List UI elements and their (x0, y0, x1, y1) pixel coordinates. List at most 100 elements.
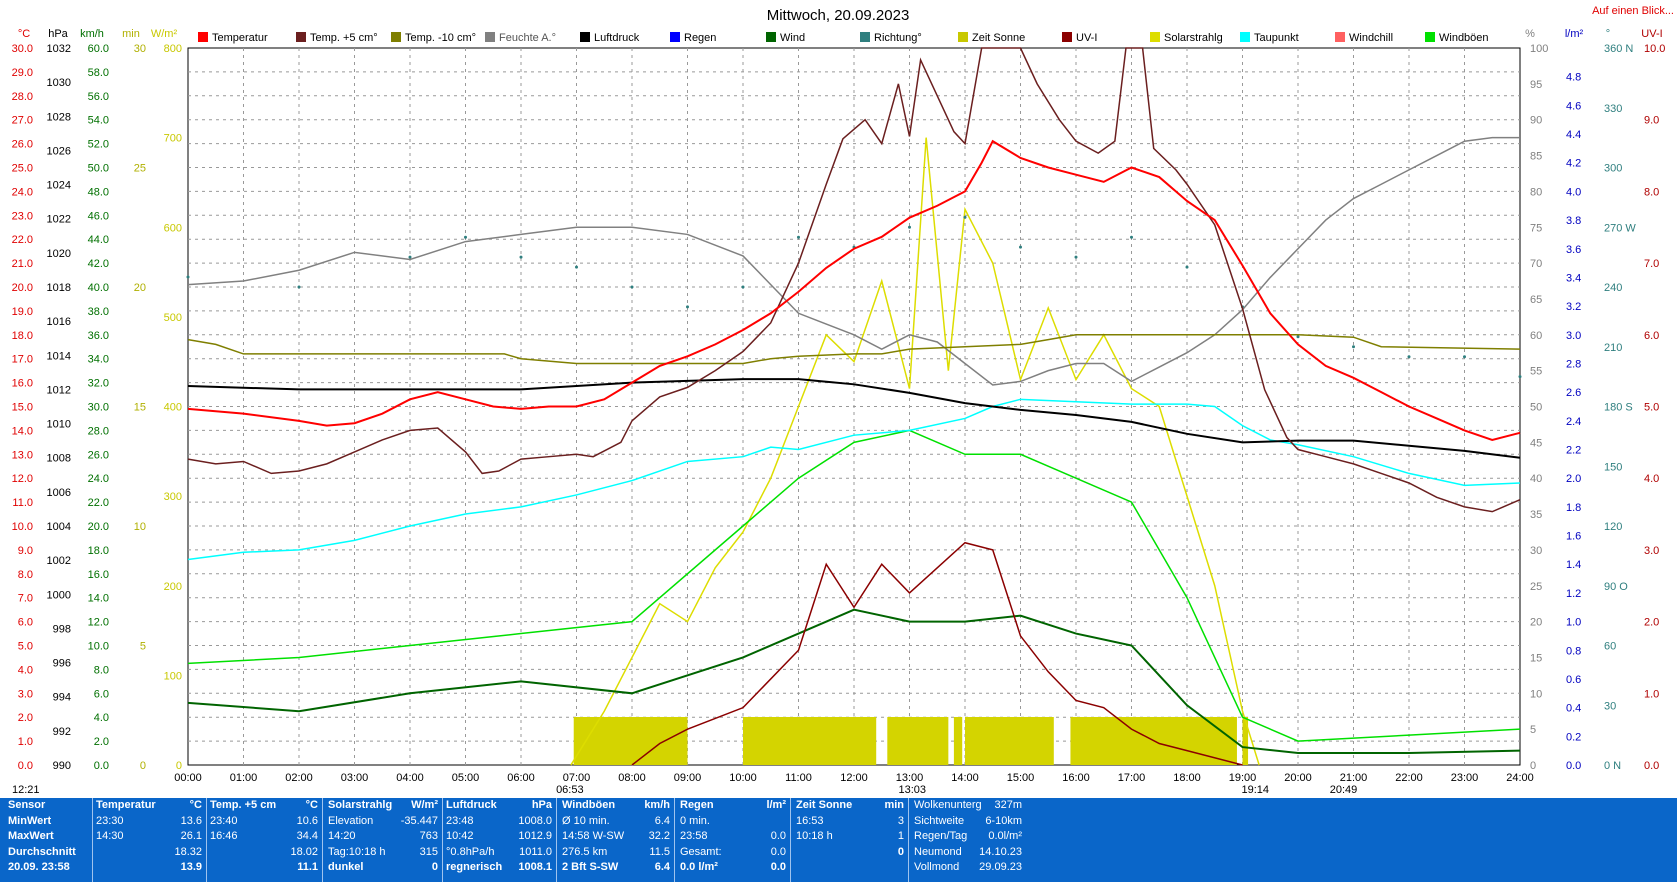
stats-row: 13.9 (180, 861, 202, 873)
legend-swatch (296, 32, 306, 42)
time-tick-label: 14:00 (951, 772, 979, 784)
kmh-tick-label: 48.0 (88, 186, 109, 198)
hpa-tick-label: 996 (53, 658, 71, 670)
wm2-tick-label: 100 (164, 670, 182, 682)
uv-tick-label: 9.0 (1644, 115, 1659, 127)
stats-row: 11.1 (297, 861, 318, 873)
pct-tick-label: 80 (1530, 186, 1542, 198)
direction-point (1352, 345, 1355, 349)
legend-label: Temperatur (212, 32, 268, 44)
min-tick-label: 5 (140, 641, 146, 653)
stats-row: 23:40 10.6 (210, 814, 318, 827)
sun-period-bar (743, 717, 877, 765)
hpa-tick-label: 1020 (47, 248, 71, 260)
min-tick-label: 20 (134, 282, 146, 294)
deg-tick-label: 270 W (1604, 222, 1636, 234)
kmh-tick-label: 0.0 (94, 760, 109, 772)
temp-tick-label: 3.0 (18, 688, 33, 700)
kmh-tick-label: 56.0 (88, 91, 109, 103)
deg-tick-label: 150 (1604, 461, 1622, 473)
kmh-tick-label: 18.0 (88, 545, 109, 557)
time-marker: 13:03 (899, 784, 927, 796)
pct-tick-label: 95 (1530, 79, 1542, 91)
pct-tick-label: 75 (1530, 222, 1542, 234)
stats-row-label: MaxWert (8, 830, 54, 842)
temp-tick-label: 30.0 (12, 43, 33, 55)
lm2-tick-label: 4.4 (1566, 129, 1581, 141)
time-tick-label: 17:00 (1118, 772, 1146, 784)
legend-label: Richtung° (874, 32, 922, 44)
stats-panel: Sensor MinWert MaxWert Durchschnitt 20.0… (0, 798, 1677, 882)
kmh-tick-label: 32.0 (88, 378, 109, 390)
temp-tick-label: 8.0 (18, 569, 33, 581)
stats-row: 14:30 26.1 (96, 830, 202, 842)
stats-row: 14:58 W-SW 32.2 (562, 830, 670, 842)
lm2-tick-label: 2.8 (1566, 358, 1581, 370)
stats-misc-row: Vollmond 29.09.23 (914, 861, 1022, 873)
pct-tick-label: 30 (1530, 545, 1542, 557)
time-tick-label: 05:00 (452, 772, 480, 784)
stats-gust-column: Windböen km/h Ø 10 min. 6.4 14:58 W-SW 32.2 27… (562, 798, 670, 882)
deg-tick-label: 90 O (1604, 581, 1628, 593)
min-tick-label: 10 (134, 521, 146, 533)
stats-header: Zeit Sonne min (796, 799, 904, 811)
lm2-tick-label: 0.4 (1566, 703, 1581, 715)
temp-tick-label: 21.0 (12, 258, 33, 270)
lm2-tick-label: 0.2 (1566, 731, 1581, 743)
stats-sun-column: Zeit Sonne min 16:53 3 10:18 h1 0 (796, 798, 904, 882)
stats-row: 18.32 (174, 845, 202, 858)
deg-tick-label: 60 (1604, 641, 1616, 653)
temp-tick-label: 22.0 (12, 234, 33, 246)
stats-row: Tag:10:18 h 315 (328, 845, 438, 858)
hpa-tick-label: 998 (53, 623, 71, 635)
kmh-tick-label: 30.0 (88, 402, 109, 414)
kmh-tick-label: 42.0 (88, 258, 109, 270)
legend-label: Temp. -10 cm° (405, 32, 476, 44)
legend-label: Wind (780, 32, 805, 44)
time-tick-label: 09:00 (674, 772, 702, 784)
stats-row: 16:46 34.4 (210, 830, 318, 842)
uv-tick-label: 0.0 (1644, 760, 1659, 772)
wm2-tick-label: 700 (164, 133, 182, 145)
stats-row: 16:53 3 (796, 814, 904, 827)
uv-tick-label: 7.0 (1644, 258, 1659, 270)
kmh-tick-label: 50.0 (88, 163, 109, 175)
time-tick-label: 15:00 (1007, 772, 1035, 784)
overview-link[interactable]: Auf einen Blick... (1592, 5, 1674, 17)
time-marker: 06:53 (556, 784, 584, 796)
deg-tick-label: 0 N (1604, 760, 1621, 772)
hpa-tick-label: 1012 (47, 384, 71, 396)
axis-unit-label: W/m² (151, 28, 178, 40)
axis-unit-label: % (1525, 28, 1535, 40)
deg-tick-label: 210 (1604, 342, 1622, 354)
stats-row: 276.5 km 11.5 (562, 845, 670, 858)
hpa-tick-label: 1006 (47, 487, 71, 499)
direction-point (686, 305, 689, 309)
stats-row: 2 Bft S-SW 6.4 (562, 861, 670, 873)
temp-tick-label: 2.0 (18, 712, 33, 724)
wm2-tick-label: 0 (176, 760, 182, 772)
legend-swatch (1062, 32, 1072, 42)
temp-tick-label: 4.0 (18, 664, 33, 676)
min-tick-label: 15 (134, 402, 146, 414)
direction-point (1296, 335, 1300, 339)
time-marker: 19:14 (1241, 784, 1269, 796)
stats-row: 0 (897, 845, 904, 858)
direction-point (1518, 375, 1522, 379)
lm2-tick-label: 2.2 (1566, 445, 1581, 457)
hpa-tick-label: 1010 (47, 419, 71, 431)
chart-legend: Temperatur Temp. +5 cm° Temp. -10 cm° Feuch… (198, 32, 1489, 44)
pct-tick-label: 70 (1530, 258, 1542, 270)
uv-tick-label: 10.0 (1644, 43, 1665, 55)
legend-label: Regen (684, 32, 716, 44)
temp-tick-label: 15.0 (12, 402, 33, 414)
temp-tick-label: 29.0 (12, 67, 33, 79)
time-tick-label: 18:00 (1173, 772, 1201, 784)
weather-chart: 30.0 29.0 28.0 27.0 26.0 25.0 24.0 23.0 22.0 21.0… (12, 5, 1674, 796)
legend-label: Temp. +5 cm° (310, 32, 378, 44)
direction-point (963, 215, 967, 219)
uv-tick-label: 4.0 (1644, 473, 1659, 485)
time-tick-label: 00:00 (174, 772, 202, 784)
legend-label: Luftdruck (594, 32, 640, 44)
stats-misc-row: Regen/Tag 0.0l/m² (914, 830, 1022, 842)
